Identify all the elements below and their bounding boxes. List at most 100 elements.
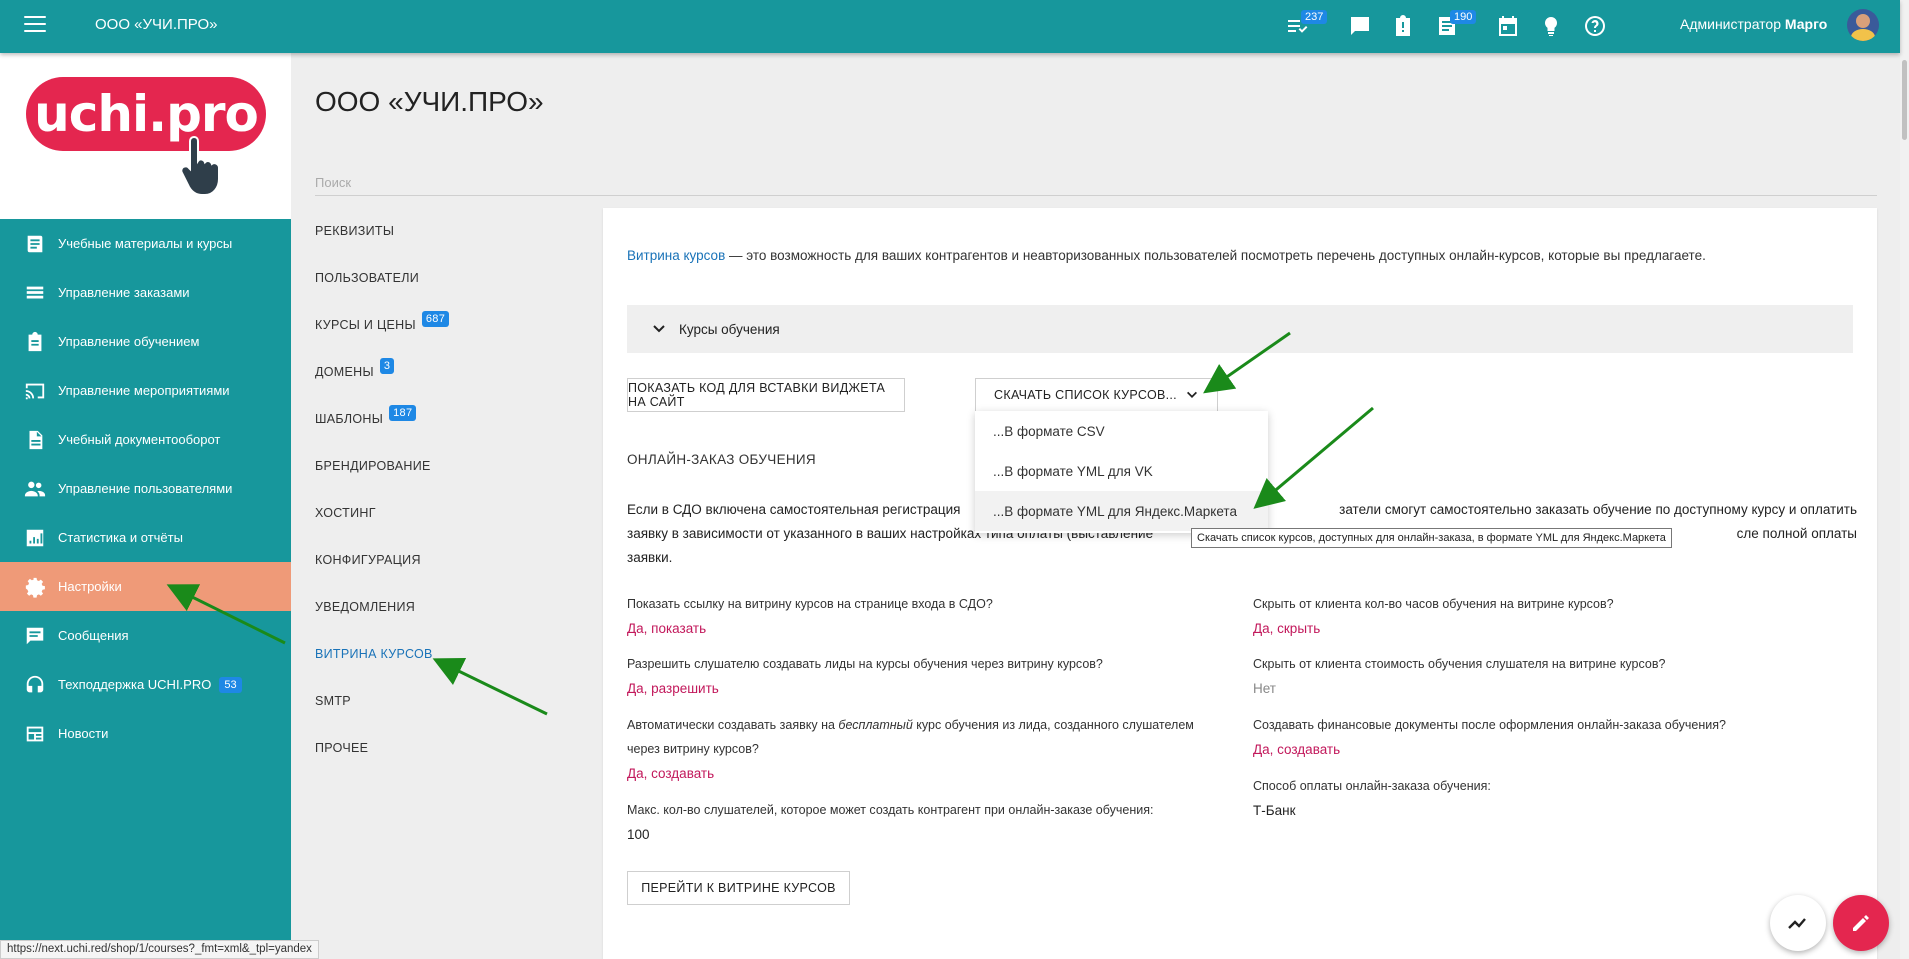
sidebar-item-people[interactable]: Управление пользователями [0, 464, 291, 513]
settings-nav-item[interactable]: ДОМЕНЫ 3 [315, 348, 595, 395]
main-sidebar: uchi.pro Учебные материалы и курсы Управл… [0, 53, 291, 959]
user-menu[interactable]: Администратор Марго [1680, 16, 1827, 32]
tasks-badge: 237 [1301, 10, 1328, 24]
setting-question: Автоматически создавать заявку на беспла… [627, 713, 1194, 761]
sidebar-item-document[interactable]: Учебный документооборот [0, 415, 291, 464]
sidebar-item-stats[interactable]: Статистика и отчёты [0, 513, 291, 562]
setting-answer-link[interactable]: Да, создавать [627, 766, 714, 781]
chevron-down-icon [653, 325, 665, 333]
setting-answer-link[interactable]: Нет [1253, 681, 1276, 696]
setting-answer-value: Т-Банк [1253, 803, 1296, 818]
settings-nav-badge: 687 [421, 310, 450, 327]
showcase-link[interactable]: Витрина курсов [627, 248, 725, 263]
help-icon[interactable] [1583, 14, 1607, 38]
widget-button-label: ПОКАЗАТЬ КОД ДЛЯ ВСТАВКИ ВИДЖЕТА НА САЙТ [628, 381, 886, 409]
settings-nav-label: SMTP [315, 693, 351, 708]
settings-nav-item[interactable]: КУРСЫ И ЦЕНЫ 687 [315, 301, 595, 348]
settings-nav-item[interactable]: БРЕНДИРОВАНИЕ [315, 442, 595, 489]
people-icon [24, 481, 46, 496]
sidebar-item-message[interactable]: Сообщения [0, 611, 291, 660]
sidebar-item-label: Управление заказами [58, 285, 190, 300]
setting-question: Разрешить слушателю создавать лиды на ку… [627, 657, 1103, 671]
sidebar-item-news[interactable]: Новости [0, 709, 291, 758]
sidebar-item-list[interactable]: Управление заказами [0, 268, 291, 317]
org-name[interactable]: ООО «УЧИ.ПРО» [95, 16, 217, 33]
collapse-label: Курсы обучения [679, 321, 780, 337]
book-icon [27, 235, 43, 252]
setting-answer-link[interactable]: Да, создавать [1253, 742, 1340, 757]
avatar[interactable] [1847, 9, 1879, 41]
pointer-hand-icon [180, 135, 220, 196]
dropdown-item-csv[interactable]: ...В формате CSV [975, 411, 1268, 451]
main-nav: Учебные материалы и курсы Управление зака… [0, 219, 291, 758]
download-button-label: СКАЧАТЬ СПИСОК КУРСОВ... [994, 388, 1177, 402]
settings-nav-item[interactable]: ВИТРИНА КУРСОВ [315, 630, 595, 677]
intro-text: Витрина курсов — это возможность для ваш… [627, 248, 1706, 263]
question-emphasis: бесплатный [838, 718, 913, 732]
settings-nav-label: ХОСТИНГ [315, 505, 376, 520]
sidebar-item-book[interactable]: Учебные материалы и курсы [0, 219, 291, 268]
download-courses-button[interactable]: СКАЧАТЬ СПИСОК КУРСОВ... [975, 378, 1218, 412]
settings-nav-label: УВЕДОМЛЕНИЯ [315, 599, 416, 614]
logo-pill: uchi.pro [26, 77, 266, 151]
sidebar-item-cast[interactable]: Управление мероприятиями [0, 366, 291, 415]
sidebar-item-label: Настройки [58, 579, 122, 594]
calendar-icon[interactable] [1496, 14, 1520, 38]
hamburger-menu-icon[interactable] [24, 16, 46, 34]
dropdown-item-yml-yandex[interactable]: ...В формате YML для Яндекс.Маркета [975, 491, 1268, 531]
setting-question: Показать ссылку на витрину курсов на стр… [627, 597, 993, 611]
lightbulb-icon[interactable] [1539, 14, 1563, 38]
setting-answer-link[interactable]: Да, разрешить [627, 681, 719, 696]
search-input[interactable] [315, 170, 1877, 196]
sidebar-item-gear[interactable]: Настройки [0, 562, 291, 611]
settings-nav-item[interactable]: РЕКВИЗИТЫ [315, 207, 595, 254]
settings-nav-item[interactable]: ПРОЧЕЕ [315, 724, 595, 771]
setting-answer-value: 100 [627, 827, 650, 842]
page-scrollbar[interactable] [1900, 0, 1909, 959]
edit-fab-button[interactable] [1833, 895, 1889, 951]
settings-nav-item[interactable]: УВЕДОМЛЕНИЯ [315, 583, 595, 630]
sidebar-item-label: Управление мероприятиями [58, 383, 230, 398]
settings-nav-item[interactable]: SMTP [315, 677, 595, 724]
para-line2-end: сле полной оплаты [1736, 526, 1857, 541]
setting-question: Создавать финансовые документы после офо… [1253, 718, 1726, 732]
sidebar-item-clipboard[interactable]: Управление обучением [0, 317, 291, 366]
setting-question: Способ оплаты онлайн-заказа обучения: [1253, 779, 1491, 793]
settings-nav-label: ДОМЕНЫ [315, 364, 374, 379]
setting-answer-link[interactable]: Да, скрыть [1253, 621, 1320, 636]
sidebar-item-badge: 53 [219, 676, 242, 693]
clipboard-icon [28, 331, 42, 351]
content-card: Витрина курсов — это возможность для ваш… [603, 208, 1877, 959]
chat-icon[interactable] [1348, 14, 1372, 38]
settings-nav-badge: 3 [379, 357, 395, 374]
settings-nav-label: КУРСЫ И ЦЕНЫ [315, 317, 416, 332]
settings-nav-item[interactable]: ШАБЛОНЫ 187 [315, 395, 595, 442]
setting-answer-link[interactable]: Да, показать [627, 621, 706, 636]
goto-button-label: ПЕРЕЙТИ К ВИТРИНЕ КУРСОВ [641, 881, 836, 895]
pencil-icon [1853, 915, 1869, 931]
trending-icon [1788, 918, 1806, 929]
logo[interactable]: uchi.pro [0, 53, 291, 219]
user-role: Администратор [1680, 16, 1782, 32]
stats-icon [26, 529, 44, 546]
scrollbar-thumb[interactable] [1902, 60, 1907, 140]
settings-nav-item[interactable]: ХОСТИНГ [315, 489, 595, 536]
settings-nav-label: ПОЛЬЗОВАТЕЛИ [315, 270, 420, 285]
setting-question: Скрыть от клиента кол-во часов обучения … [1253, 597, 1614, 611]
goto-showcase-button[interactable]: ПЕРЕЙТИ К ВИТРИНЕ КУРСОВ [627, 871, 850, 905]
settings-nav-item[interactable]: КОНФИГУРАЦИЯ [315, 536, 595, 583]
courses-collapse-header[interactable]: Курсы обучения [627, 305, 1853, 353]
status-bar-url: https://next.uchi.red/shop/1/courses?_fm… [0, 940, 319, 959]
list-icon [26, 286, 44, 298]
settings-nav: РЕКВИЗИТЫ ПОЛЬЗОВАТЕЛИ КУРСЫ И ЦЕНЫ 687 ДОМЕ… [315, 207, 595, 771]
sidebar-item-label: Техподдержка UCHI.PRO [58, 677, 212, 692]
page-title: ООО «УЧИ.ПРО» [315, 86, 544, 117]
stats-fab-button[interactable] [1770, 895, 1826, 951]
sidebar-item-label: Сообщения [58, 628, 129, 643]
sidebar-item-support[interactable]: Техподдержка UCHI.PRO 53 [0, 660, 291, 709]
sidebar-item-label: Управление обучением [58, 334, 200, 349]
dropdown-item-yml-vk[interactable]: ...В формате YML для VK [975, 451, 1268, 491]
show-widget-code-button[interactable]: ПОКАЗАТЬ КОД ДЛЯ ВСТАВКИ ВИДЖЕТА НА САЙТ [627, 378, 905, 412]
clipboard-alert-icon[interactable] [1391, 14, 1415, 38]
settings-nav-item[interactable]: ПОЛЬЗОВАТЕЛИ [315, 254, 595, 301]
